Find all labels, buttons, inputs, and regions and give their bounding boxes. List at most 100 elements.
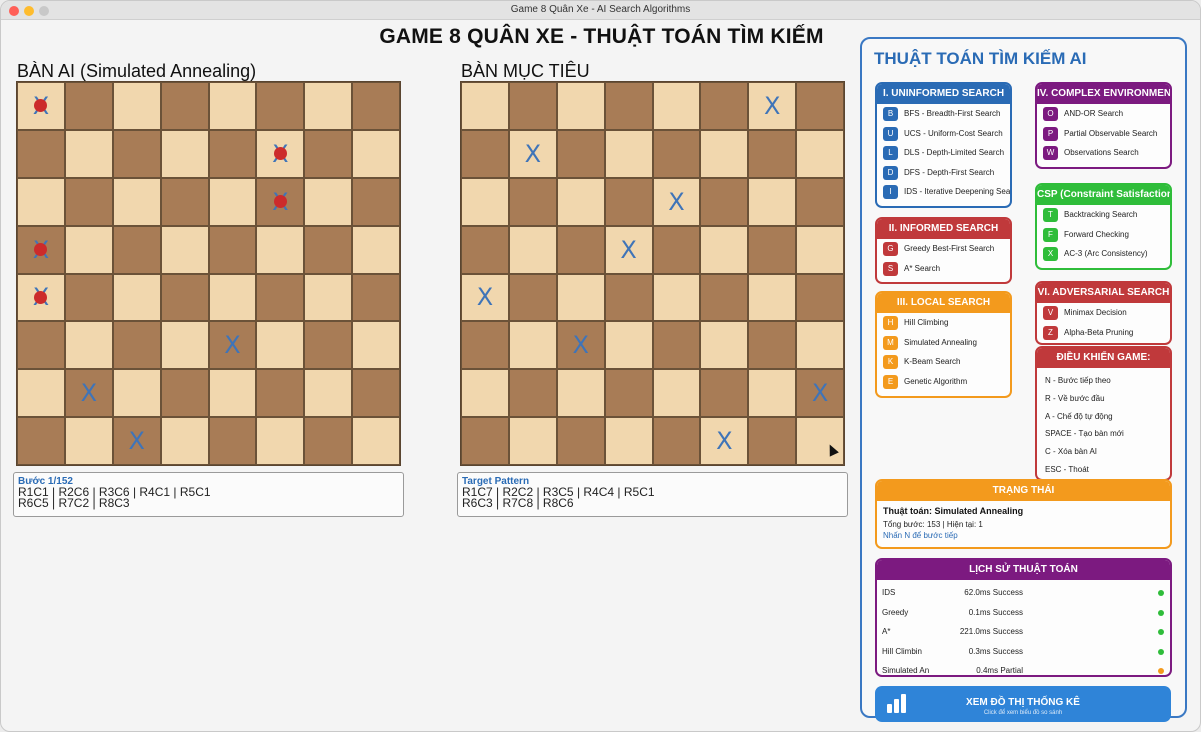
board-cell[interactable]: X bbox=[652, 177, 701, 226]
board-cell[interactable] bbox=[556, 177, 605, 226]
board-cell[interactable]: X bbox=[796, 369, 844, 418]
board-cell[interactable] bbox=[64, 82, 113, 130]
board-cell[interactable] bbox=[64, 417, 113, 465]
board-cell[interactable]: X bbox=[64, 369, 113, 418]
board-cell[interactable] bbox=[461, 321, 509, 370]
board-cell[interactable] bbox=[160, 417, 209, 465]
target-board[interactable]: X X X X X X X X bbox=[460, 81, 845, 466]
board-cell[interactable] bbox=[352, 369, 400, 418]
board-cell[interactable] bbox=[256, 321, 305, 370]
board-cell[interactable] bbox=[17, 417, 65, 465]
algorithm-item[interactable]: E Genetic Algorithm bbox=[877, 372, 1010, 392]
board-cell[interactable] bbox=[160, 321, 209, 370]
board-cell[interactable] bbox=[461, 417, 509, 465]
board-cell[interactable] bbox=[112, 177, 161, 226]
board-cell[interactable]: X bbox=[17, 82, 65, 130]
board-cell[interactable] bbox=[556, 417, 605, 465]
board-cell[interactable] bbox=[796, 273, 844, 322]
board-cell[interactable] bbox=[17, 129, 65, 178]
board-cell[interactable] bbox=[208, 177, 257, 226]
board-cell[interactable]: X bbox=[256, 177, 305, 226]
board-cell[interactable] bbox=[256, 273, 305, 322]
board-cell[interactable] bbox=[160, 225, 209, 274]
board-cell[interactable] bbox=[304, 417, 353, 465]
algorithm-item[interactable]: X AC-3 (Arc Consistency) bbox=[1037, 244, 1170, 264]
board-cell[interactable] bbox=[64, 273, 113, 322]
algorithm-item[interactable]: G Greedy Best-First Search bbox=[877, 239, 1010, 259]
board-cell[interactable] bbox=[112, 129, 161, 178]
board-cell[interactable] bbox=[508, 225, 557, 274]
algorithm-item[interactable]: H Hill Climbing bbox=[877, 313, 1010, 333]
board-cell[interactable] bbox=[112, 321, 161, 370]
board-cell[interactable] bbox=[796, 321, 844, 370]
board-cell[interactable] bbox=[304, 369, 353, 418]
board-cell[interactable] bbox=[700, 129, 749, 178]
algorithm-item[interactable]: T Backtracking Search bbox=[1037, 205, 1170, 225]
board-cell[interactable]: X bbox=[256, 129, 305, 178]
board-cell[interactable] bbox=[604, 369, 653, 418]
board-cell[interactable] bbox=[652, 417, 701, 465]
board-cell[interactable] bbox=[652, 369, 701, 418]
ai-board[interactable]: XXXXXXXX bbox=[16, 81, 401, 466]
board-cell[interactable] bbox=[556, 273, 605, 322]
board-cell[interactable] bbox=[112, 273, 161, 322]
algorithm-item[interactable]: D DFS - Depth-First Search bbox=[877, 163, 1010, 183]
board-cell[interactable]: X bbox=[604, 225, 653, 274]
board-cell[interactable] bbox=[700, 177, 749, 226]
board-cell[interactable] bbox=[208, 82, 257, 130]
board-cell[interactable] bbox=[17, 321, 65, 370]
algorithm-item[interactable]: U UCS - Uniform-Cost Search bbox=[877, 124, 1010, 144]
board-cell[interactable] bbox=[461, 129, 509, 178]
board-cell[interactable] bbox=[556, 225, 605, 274]
board-cell[interactable] bbox=[556, 129, 605, 178]
algorithm-item[interactable]: F Forward Checking bbox=[1037, 225, 1170, 245]
algorithm-item[interactable]: I IDS - Iterative Deepening Search bbox=[877, 182, 1010, 202]
board-cell[interactable]: X bbox=[461, 273, 509, 322]
board-cell[interactable] bbox=[461, 177, 509, 226]
board-cell[interactable] bbox=[700, 225, 749, 274]
view-statistics-button[interactable]: XEM ĐỒ THỊ THỐNG KÊ Click để xem biểu đồ… bbox=[875, 686, 1171, 722]
algorithm-item[interactable]: V Minimax Decision bbox=[1037, 303, 1170, 323]
board-cell[interactable] bbox=[304, 321, 353, 370]
board-cell[interactable] bbox=[652, 321, 701, 370]
board-cell[interactable] bbox=[352, 225, 400, 274]
board-cell[interactable] bbox=[604, 177, 653, 226]
algorithm-item[interactable]: S A* Search bbox=[877, 259, 1010, 279]
algorithm-item[interactable]: O AND-OR Search bbox=[1037, 104, 1170, 124]
board-cell[interactable] bbox=[160, 273, 209, 322]
board-cell[interactable] bbox=[748, 225, 797, 274]
board-cell[interactable] bbox=[304, 273, 353, 322]
board-cell[interactable]: X bbox=[508, 129, 557, 178]
board-cell[interactable] bbox=[700, 369, 749, 418]
algorithm-item[interactable]: L DLS - Depth-Limited Search bbox=[877, 143, 1010, 163]
board-cell[interactable] bbox=[652, 273, 701, 322]
board-cell[interactable] bbox=[64, 129, 113, 178]
board-cell[interactable] bbox=[112, 82, 161, 130]
board-cell[interactable]: X bbox=[208, 321, 257, 370]
board-cell[interactable] bbox=[112, 369, 161, 418]
board-cell[interactable] bbox=[748, 129, 797, 178]
board-cell[interactable] bbox=[604, 82, 653, 130]
board-cell[interactable] bbox=[256, 82, 305, 130]
board-cell[interactable] bbox=[461, 369, 509, 418]
board-cell[interactable] bbox=[508, 273, 557, 322]
board-cell[interactable] bbox=[604, 273, 653, 322]
board-cell[interactable]: X bbox=[748, 82, 797, 130]
board-cell[interactable] bbox=[160, 82, 209, 130]
board-cell[interactable] bbox=[604, 129, 653, 178]
board-cell[interactable] bbox=[256, 369, 305, 418]
board-cell[interactable]: X bbox=[112, 417, 161, 465]
algorithm-item[interactable]: W Observations Search bbox=[1037, 143, 1170, 163]
board-cell[interactable] bbox=[64, 321, 113, 370]
board-cell[interactable] bbox=[352, 321, 400, 370]
board-cell[interactable] bbox=[256, 417, 305, 465]
board-cell[interactable] bbox=[556, 82, 605, 130]
board-cell[interactable] bbox=[700, 321, 749, 370]
board-cell[interactable] bbox=[17, 177, 65, 226]
board-cell[interactable] bbox=[700, 273, 749, 322]
board-cell[interactable]: X bbox=[556, 321, 605, 370]
board-cell[interactable] bbox=[352, 82, 400, 130]
board-cell[interactable] bbox=[208, 273, 257, 322]
board-cell[interactable] bbox=[160, 369, 209, 418]
board-cell[interactable] bbox=[352, 417, 400, 465]
